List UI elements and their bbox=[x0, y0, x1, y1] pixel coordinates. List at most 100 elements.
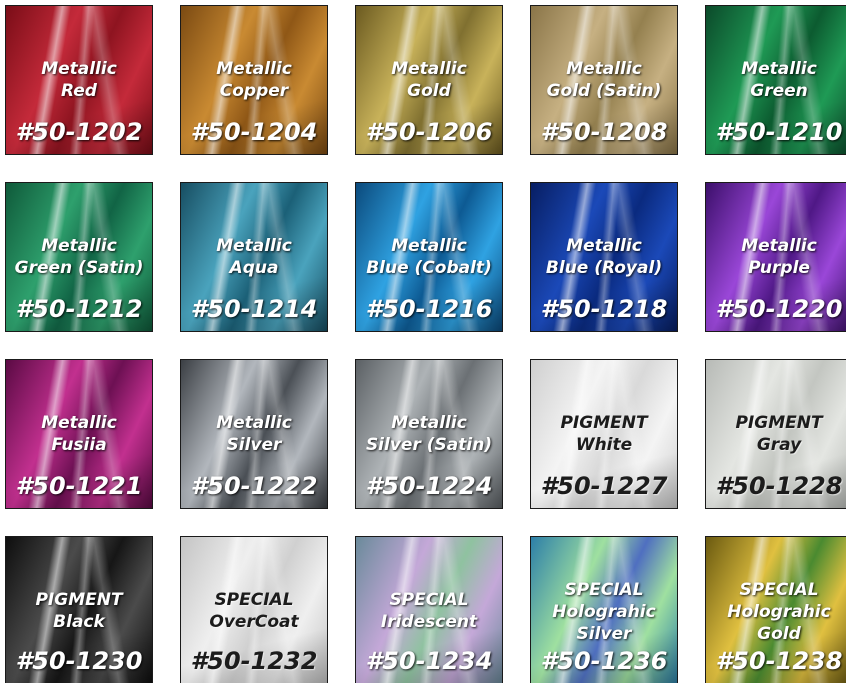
foil-swatch: SPECIAL OverCoat #50-1232 bbox=[180, 536, 328, 683]
swatch-code: #50-1236 bbox=[540, 647, 668, 675]
swatch-label-line: Metallic bbox=[216, 59, 292, 79]
swatch-label: Metallic Gold (Satin) bbox=[531, 58, 677, 102]
swatch-label-line: PIGMENT bbox=[735, 413, 823, 433]
swatch-label: Metallic Red bbox=[6, 58, 152, 102]
swatch-label-line: Metallic bbox=[391, 59, 467, 79]
foil-swatch: Metallic Blue (Royal) #50-1218 bbox=[530, 182, 678, 332]
swatch-code: #50-1210 bbox=[715, 118, 843, 146]
swatch-label-line: Metallic bbox=[216, 236, 292, 256]
swatch-label-line: Metallic bbox=[216, 413, 292, 433]
swatch-code: #50-1232 bbox=[190, 647, 318, 675]
swatch-label-line: Metallic bbox=[391, 413, 467, 433]
swatch-label: Metallic Blue (Cobalt) bbox=[356, 235, 502, 279]
swatch-label-line: Silver bbox=[576, 624, 632, 644]
swatch-label-line: Metallic bbox=[566, 59, 642, 79]
swatch-label-line: Metallic bbox=[41, 59, 117, 79]
swatch-code: #50-1234 bbox=[365, 647, 493, 675]
swatch-label: Metallic Gold bbox=[356, 58, 502, 102]
swatch-label-line: Blue (Cobalt) bbox=[366, 258, 492, 278]
swatch-code: #50-1206 bbox=[365, 118, 493, 146]
swatch-label-line: PIGMENT bbox=[560, 413, 648, 433]
foil-swatch: Metallic Green #50-1210 bbox=[705, 5, 846, 155]
swatch-code: #50-1238 bbox=[715, 647, 843, 675]
foil-swatch: Metallic Silver (Satin) #50-1224 bbox=[355, 359, 503, 509]
swatch-label-line: Metallic bbox=[41, 413, 117, 433]
swatch-code: #50-1220 bbox=[715, 295, 843, 323]
swatch-label: SPECIAL Iridescent bbox=[356, 589, 502, 633]
swatch-label-line: Iridescent bbox=[380, 612, 478, 632]
swatch-label: Metallic Aqua bbox=[181, 235, 327, 279]
swatch-label-line: SPECIAL bbox=[739, 580, 819, 600]
swatch-label: SPECIAL OverCoat bbox=[181, 589, 327, 633]
swatch-label-line: Purple bbox=[748, 258, 810, 278]
swatch-label-line: Red bbox=[61, 81, 97, 101]
swatch-code: #50-1216 bbox=[365, 295, 493, 323]
swatch-label-line: Metallic bbox=[741, 236, 817, 256]
swatch-label-line: Metallic bbox=[741, 59, 817, 79]
swatch-label-line: SPECIAL bbox=[214, 590, 294, 610]
foil-swatch: SPECIAL Iridescent #50-1234 bbox=[355, 536, 503, 683]
swatch-label: SPECIAL Holograhic Gold bbox=[706, 579, 846, 645]
foil-swatch: Metallic Purple #50-1220 bbox=[705, 182, 846, 332]
swatch-label-line: Gold bbox=[407, 81, 451, 101]
swatch-label: Metallic Fusiia bbox=[6, 412, 152, 456]
swatch-label-line: Green bbox=[750, 81, 808, 101]
foil-swatch: PIGMENT Black #50-1230 bbox=[5, 536, 153, 683]
swatch-label: Metallic Purple bbox=[706, 235, 846, 279]
swatch-label-line: Gold bbox=[757, 624, 801, 644]
swatch-code: #50-1221 bbox=[15, 472, 143, 500]
foil-swatch: Metallic Fusiia #50-1221 bbox=[5, 359, 153, 509]
swatch-label: Metallic Copper bbox=[181, 58, 327, 102]
swatch-label-line: Fusiia bbox=[51, 435, 107, 455]
swatch-label-line: Silver bbox=[226, 435, 282, 455]
swatch-code: #50-1208 bbox=[540, 118, 668, 146]
foil-swatch: Metallic Green (Satin) #50-1212 bbox=[5, 182, 153, 332]
swatch-label-line: PIGMENT bbox=[35, 590, 123, 610]
swatch-label: SPECIAL Holograhic Silver bbox=[531, 579, 677, 645]
swatch-label-line: Holograhic bbox=[552, 602, 656, 622]
foil-swatch: SPECIAL Holograhic Gold #50-1238 bbox=[705, 536, 846, 683]
swatch-label-line: Gray bbox=[756, 435, 802, 455]
swatch-code: #50-1202 bbox=[15, 118, 143, 146]
swatch-label-line: Silver (Satin) bbox=[365, 435, 493, 455]
swatch-code: #50-1228 bbox=[715, 472, 843, 500]
swatch-label-line: Blue (Royal) bbox=[545, 258, 663, 278]
swatch-label-line: OverCoat bbox=[209, 612, 299, 632]
swatch-label: PIGMENT Gray bbox=[706, 412, 846, 456]
swatch-label-line: Metallic bbox=[566, 236, 642, 256]
foil-swatch: Metallic Red #50-1202 bbox=[5, 5, 153, 155]
swatch-label-line: Aqua bbox=[229, 258, 279, 278]
swatch-label: PIGMENT Black bbox=[6, 589, 152, 633]
foil-swatch: SPECIAL Holograhic Silver #50-1236 bbox=[530, 536, 678, 683]
foil-swatch: Metallic Silver #50-1222 bbox=[180, 359, 328, 509]
swatch-label-line: Copper bbox=[219, 81, 289, 101]
foil-swatch: Metallic Aqua #50-1214 bbox=[180, 182, 328, 332]
swatch-code: #50-1212 bbox=[15, 295, 143, 323]
swatch-label: Metallic Green bbox=[706, 58, 846, 102]
swatch-label: Metallic Blue (Royal) bbox=[531, 235, 677, 279]
swatch-code: #50-1224 bbox=[365, 472, 493, 500]
swatch-label-line: Black bbox=[53, 612, 105, 632]
swatch-code: #50-1204 bbox=[190, 118, 318, 146]
swatch-code: #50-1218 bbox=[540, 295, 668, 323]
foil-swatch: Metallic Copper #50-1204 bbox=[180, 5, 328, 155]
foil-swatch-grid: Metallic Red #50-1202 Metallic Copper #50-120… bbox=[0, 0, 846, 683]
swatch-code: #50-1222 bbox=[190, 472, 318, 500]
swatch-code: #50-1214 bbox=[190, 295, 318, 323]
swatch-label-line: White bbox=[575, 435, 633, 455]
swatch-label-line: Metallic bbox=[41, 236, 117, 256]
foil-swatch: PIGMENT Gray #50-1228 bbox=[705, 359, 846, 509]
swatch-label: Metallic Green (Satin) bbox=[6, 235, 152, 279]
swatch-label: PIGMENT White bbox=[531, 412, 677, 456]
foil-swatch: Metallic Blue (Cobalt) #50-1216 bbox=[355, 182, 503, 332]
swatch-label-line: Green (Satin) bbox=[14, 258, 144, 278]
swatch-label-line: SPECIAL bbox=[564, 580, 644, 600]
swatch-code: #50-1230 bbox=[15, 647, 143, 675]
swatch-label-line: SPECIAL bbox=[389, 590, 469, 610]
swatch-label-line: Holograhic bbox=[727, 602, 831, 622]
swatch-code: #50-1227 bbox=[540, 472, 668, 500]
foil-swatch: Metallic Gold (Satin) #50-1208 bbox=[530, 5, 678, 155]
swatch-label: Metallic Silver (Satin) bbox=[356, 412, 502, 456]
foil-swatch: PIGMENT White #50-1227 bbox=[530, 359, 678, 509]
swatch-label-line: Metallic bbox=[391, 236, 467, 256]
